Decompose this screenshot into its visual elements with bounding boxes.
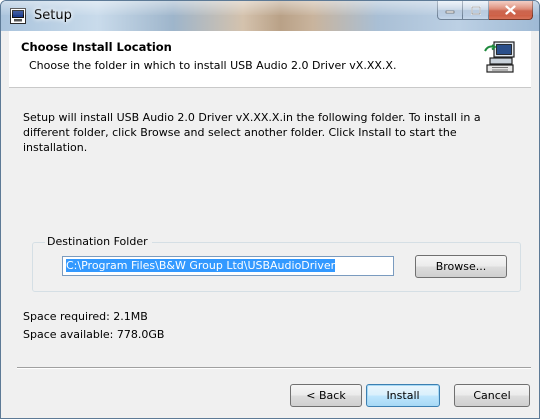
maximize-icon — [470, 5, 481, 15]
subtitle-version: vX.XX.X — [349, 59, 393, 72]
setup-app-icon — [10, 8, 26, 24]
close-icon — [505, 5, 516, 15]
browse-button[interactable]: Browse... — [415, 255, 507, 278]
window-title: Setup — [34, 8, 72, 23]
header-panel: Choose Install Location Choose the folde… — [9, 31, 531, 88]
page-title: Choose Install Location — [21, 40, 172, 54]
close-button[interactable] — [489, 1, 533, 20]
body-area: Setup will install USB Audio 2.0 Driver … — [9, 88, 531, 418]
destination-folder-group: Destination Folder C:\Program Files\B&W … — [32, 235, 521, 292]
minimize-button[interactable] — [437, 1, 463, 20]
installer-computer-icon — [484, 41, 515, 73]
install-button[interactable]: Install — [366, 384, 440, 407]
footer-separator — [17, 367, 531, 369]
cancel-button[interactable]: Cancel — [454, 384, 530, 407]
intro-version: vX.XX.X — [235, 111, 280, 124]
subtitle-suffix: . — [392, 59, 397, 72]
minimize-icon — [445, 10, 455, 14]
title-bar[interactable]: Setup — [1, 1, 539, 31]
maximize-button[interactable] — [463, 1, 489, 20]
intro-prefix: Setup will install USB Audio 2.0 Driver — [23, 111, 236, 124]
space-available: Space available: 778.0GB — [23, 328, 165, 341]
back-button[interactable]: < Back — [290, 384, 362, 407]
destination-path-input[interactable]: C:\Program Files\B&W Group Ltd\USBAudioD… — [62, 256, 394, 276]
intro-text: Setup will install USB Audio 2.0 Driver … — [23, 110, 523, 155]
destination-folder-label: Destination Folder — [45, 235, 152, 248]
caption-buttons — [437, 1, 533, 20]
setup-window: Setup Choose Install Location Choose the… — [0, 0, 540, 419]
subtitle-prefix: Choose the folder in which to install US… — [29, 59, 350, 72]
page-subtitle: Choose the folder in which to install US… — [29, 59, 396, 72]
destination-path-text: C:\Program Files\B&W Group Ltd\USBAudioD… — [66, 259, 336, 272]
space-required: Space required: 2.1MB — [23, 310, 148, 323]
